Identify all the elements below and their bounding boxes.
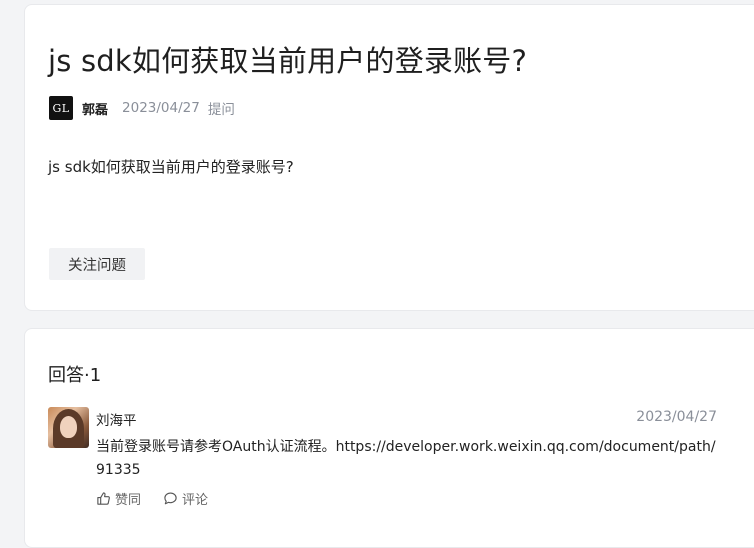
follow-question-button[interactable]: 关注问题 <box>49 248 145 280</box>
like-label: 赞同 <box>115 493 142 508</box>
comment-button[interactable]: 评论 <box>163 489 208 508</box>
question-title: js sdk如何获取当前用户的登录账号? <box>48 44 528 78</box>
answer-avatar[interactable] <box>48 407 89 448</box>
answer-author-name[interactable]: 刘海平 <box>96 409 137 429</box>
question-body: js sdk如何获取当前用户的登录账号? <box>48 158 294 176</box>
answer-body: 当前登录账号请参考OAuth认证流程。https://developer.wor… <box>96 439 716 478</box>
like-button[interactable]: 赞同 <box>96 489 141 508</box>
author-avatar[interactable]: GL <box>49 96 73 120</box>
answer-date: 2023/04/27 <box>636 409 717 425</box>
answers-heading: 回答·1 <box>48 365 102 386</box>
answer-actions: 赞同 评论 <box>96 489 208 508</box>
question-action-label: 提问 <box>207 102 235 118</box>
answers-card: 回答·1 刘海平 2023/04/27 当前登录账号请参考OAuth认证流程。h… <box>24 328 754 548</box>
comment-label: 评论 <box>182 493 209 508</box>
comment-bubble-icon <box>164 492 177 505</box>
author-name[interactable]: 郭磊 <box>82 99 108 118</box>
question-date: 2023/04/27 <box>122 100 200 116</box>
thumbs-up-icon <box>97 492 110 505</box>
question-card: js sdk如何获取当前用户的登录账号? GL 郭磊 2023/04/27 提问… <box>24 4 754 311</box>
question-meta: GL 郭磊 2023/04/27 提问 <box>49 96 235 120</box>
